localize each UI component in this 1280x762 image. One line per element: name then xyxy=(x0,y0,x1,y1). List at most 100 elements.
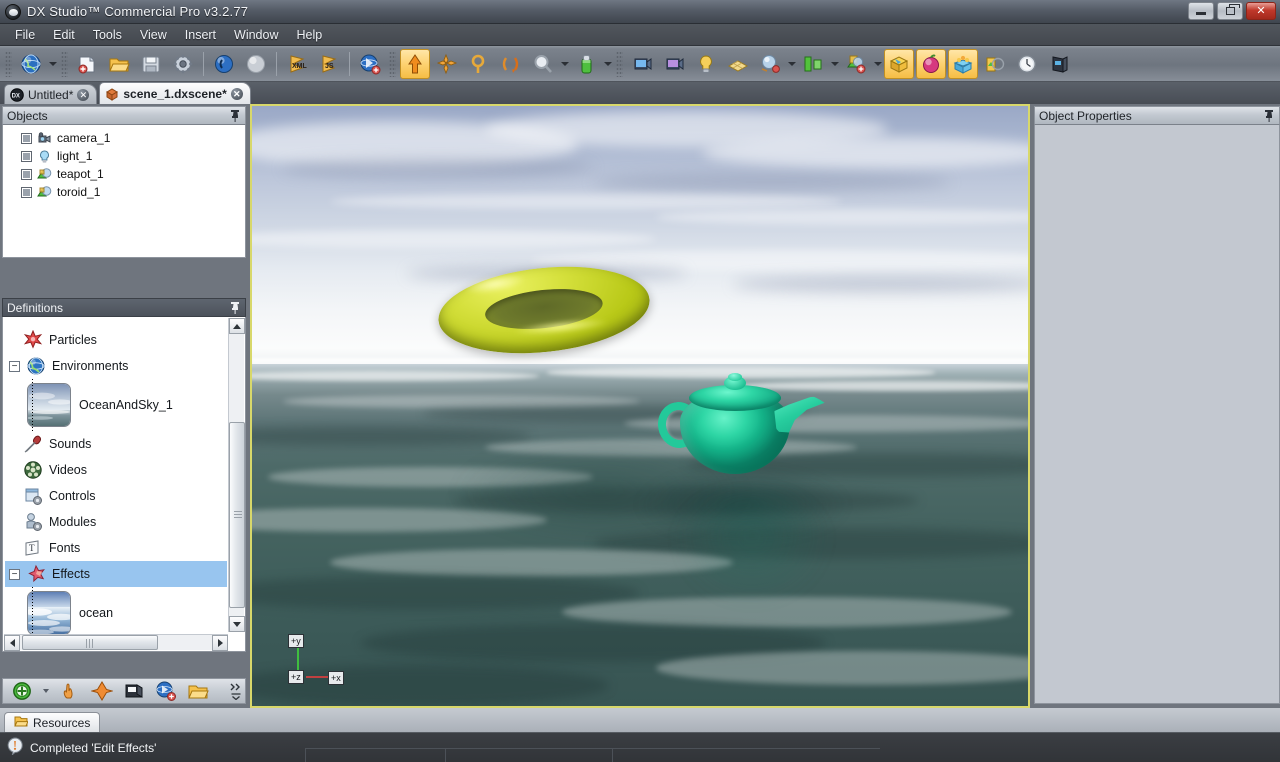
hscrollbar-thumb[interactable] xyxy=(22,635,158,650)
vscrollbar-thumb[interactable] xyxy=(229,422,245,608)
toolbar-gripper-4[interactable] xyxy=(616,51,623,77)
pin-icon[interactable] xyxy=(229,301,241,314)
menu-item-tools[interactable]: Tools xyxy=(84,26,131,44)
dx-studio-logo-icon xyxy=(5,4,21,20)
run-blue-sphere-icon[interactable] xyxy=(209,49,239,79)
tree-row-environments[interactable]: − Environments xyxy=(5,353,227,379)
bottom-tab-resources[interactable]: Resources xyxy=(4,712,100,732)
tree-row-sounds[interactable]: Sounds xyxy=(5,431,227,457)
tree-row-ocean[interactable]: ocean xyxy=(5,587,227,639)
visibility-checkbox[interactable] xyxy=(21,169,32,180)
visibility-checkbox[interactable] xyxy=(21,133,32,144)
maximize-button[interactable] xyxy=(1217,2,1243,20)
menu-item-insert[interactable]: Insert xyxy=(176,26,225,44)
environment-icon[interactable] xyxy=(980,49,1010,79)
primitive-dropdown-caret[interactable] xyxy=(872,49,883,79)
add-primitive-icon[interactable] xyxy=(841,49,871,79)
camera-view-alt-icon[interactable] xyxy=(659,49,689,79)
module-icon[interactable] xyxy=(1044,49,1074,79)
visibility-checkbox[interactable] xyxy=(21,187,32,198)
visibility-checkbox[interactable] xyxy=(21,151,32,162)
align-dropdown-caret[interactable] xyxy=(829,49,840,79)
open-folder-icon[interactable] xyxy=(104,49,134,79)
material-sphere-icon[interactable] xyxy=(755,49,785,79)
tree-row-oceanandsky-1[interactable]: OceanAndSky_1 xyxy=(5,379,227,431)
settings-gear-icon[interactable] xyxy=(168,49,198,79)
toolbar-gripper[interactable] xyxy=(5,51,12,77)
object-row-light-1[interactable]: light_1 xyxy=(9,147,245,165)
document-tab-scene-1[interactable]: scene_1.dxscene* ✕ xyxy=(99,82,250,104)
add-definition-icon[interactable] xyxy=(9,680,35,702)
tree-row-modules[interactable]: Modules xyxy=(5,509,227,535)
move-tool-icon[interactable] xyxy=(432,49,462,79)
menu-item-help[interactable]: Help xyxy=(288,26,332,44)
rotate-tool-icon[interactable] xyxy=(496,49,526,79)
menu-item-file[interactable]: File xyxy=(6,26,44,44)
xml-flag-icon[interactable]: XML xyxy=(282,49,312,79)
scroll-up-arrow[interactable] xyxy=(229,318,245,334)
tree-row-videos[interactable]: Videos xyxy=(5,457,227,483)
teapot-1-object[interactable] xyxy=(652,368,850,484)
toolbar-gripper-3[interactable] xyxy=(389,51,396,77)
tree-toggle-icon[interactable]: − xyxy=(9,569,20,580)
import-icon[interactable] xyxy=(121,680,147,702)
save-disk-icon[interactable] xyxy=(136,49,166,79)
close-icon[interactable]: ✕ xyxy=(231,88,243,100)
minimize-button[interactable] xyxy=(1188,2,1214,20)
menu-item-window[interactable]: Window xyxy=(225,26,287,44)
camera-view-icon[interactable] xyxy=(627,49,657,79)
box-primitive-icon[interactable] xyxy=(884,49,914,79)
scroll-left-arrow[interactable] xyxy=(4,635,20,651)
pin-icon[interactable] xyxy=(1263,109,1275,122)
definitions-hscrollbar[interactable] xyxy=(4,634,228,650)
close-icon[interactable]: ✕ xyxy=(77,89,89,101)
open-folder-icon[interactable] xyxy=(185,680,211,702)
mesh-object-icon xyxy=(37,185,52,200)
scroll-right-arrow[interactable] xyxy=(212,635,228,651)
scene-viewport[interactable]: +y +z +x xyxy=(250,104,1030,708)
light-bulb-icon[interactable] xyxy=(691,49,721,79)
definitions-vscrollbar[interactable] xyxy=(228,318,244,632)
fonts-icon: T xyxy=(23,538,43,558)
close-button[interactable]: ✕ xyxy=(1246,2,1276,20)
add-definition-caret[interactable] xyxy=(41,680,51,702)
properties-content[interactable] xyxy=(1034,125,1280,704)
object-row-teapot-1[interactable]: teapot_1 xyxy=(9,165,245,183)
magnifier-tool-icon[interactable] xyxy=(528,49,558,79)
paint-dropdown-caret[interactable] xyxy=(602,49,613,79)
menu-item-view[interactable]: View xyxy=(131,26,176,44)
object-row-camera-1[interactable]: camera_1 xyxy=(9,129,245,147)
menu-item-edit[interactable]: Edit xyxy=(44,26,84,44)
tree-toggle-icon[interactable]: − xyxy=(9,361,20,372)
material-dropdown-caret[interactable] xyxy=(786,49,797,79)
object-row-toroid-1[interactable]: toroid_1 xyxy=(9,183,245,201)
tree-row-controls[interactable]: Controls xyxy=(5,483,227,509)
particles-box-icon[interactable] xyxy=(948,49,978,79)
align-objects-icon[interactable] xyxy=(798,49,828,79)
scale-tool-icon[interactable] xyxy=(464,49,494,79)
select-arrow-tool-icon[interactable] xyxy=(400,49,430,79)
js-flag-icon[interactable]: JS xyxy=(314,49,344,79)
hand-tool-icon[interactable] xyxy=(57,680,83,702)
magnifier-dropdown-caret[interactable] xyxy=(559,49,570,79)
toolbar-gripper-2[interactable] xyxy=(61,51,68,77)
tree-row-effects[interactable]: − Effects xyxy=(5,561,227,587)
web-publish-icon[interactable] xyxy=(153,680,179,702)
tree-row-fonts[interactable]: T Fonts xyxy=(5,535,227,561)
toolstrip-overflow-button[interactable] xyxy=(227,683,245,700)
publish-globe-icon[interactable] xyxy=(355,49,385,79)
timer-clock-icon[interactable] xyxy=(1012,49,1042,79)
paint-bucket-icon[interactable] xyxy=(571,49,601,79)
delete-definition-icon[interactable] xyxy=(89,680,115,702)
document-tab-untitled[interactable]: DX Untitled* ✕ xyxy=(4,84,97,104)
globe-dropdown-caret[interactable] xyxy=(47,49,58,79)
sphere-primitive-icon[interactable] xyxy=(916,49,946,79)
scroll-down-arrow[interactable] xyxy=(229,616,245,632)
pin-icon[interactable] xyxy=(229,109,241,122)
plane-grid-icon[interactable] xyxy=(723,49,753,79)
globe-browser-icon[interactable] xyxy=(16,49,46,79)
stop-grey-sphere-icon[interactable] xyxy=(241,49,271,79)
tree-label: Modules xyxy=(49,515,96,529)
new-document-icon[interactable] xyxy=(72,49,102,79)
tree-row-particles[interactable]: Particles xyxy=(5,327,227,353)
